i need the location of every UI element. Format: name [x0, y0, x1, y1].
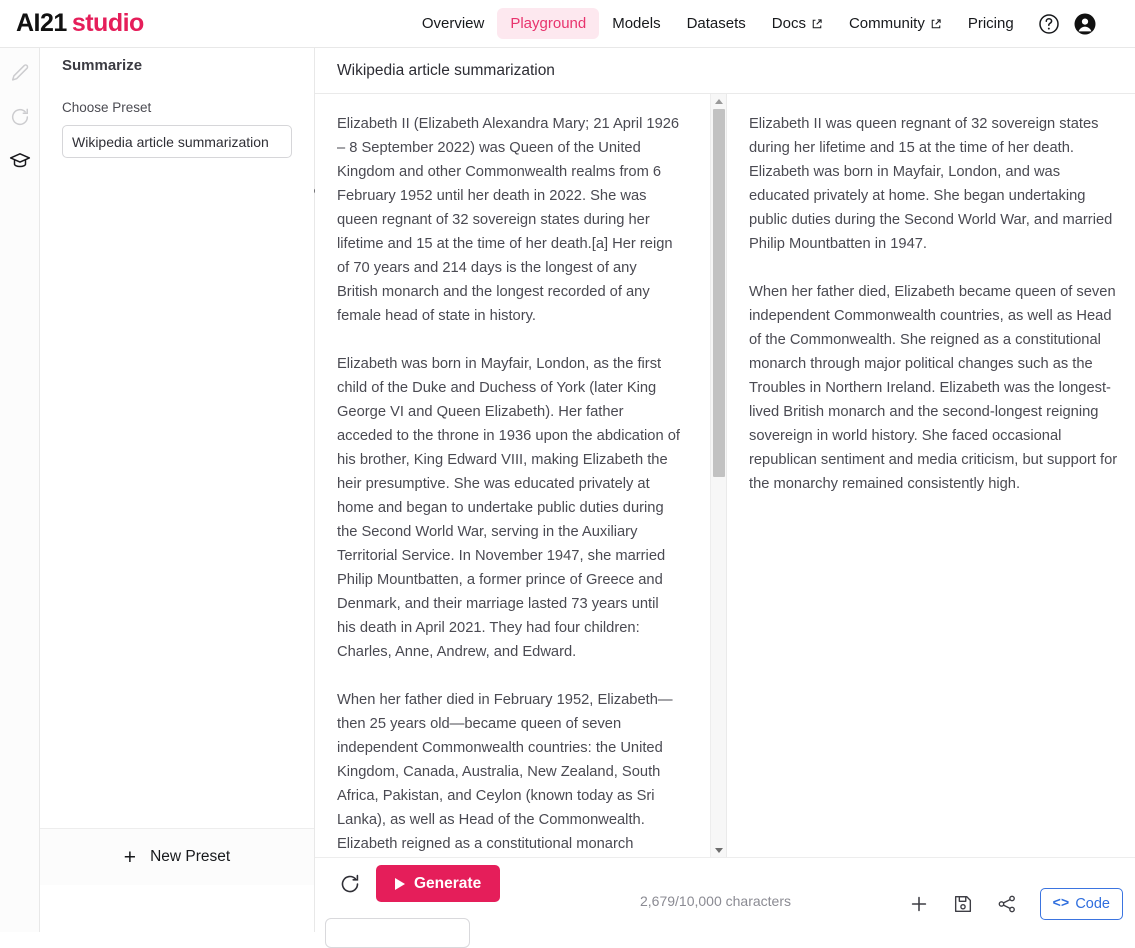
new-preset-label: New Preset — [150, 848, 231, 865]
nav-datasets-label: Datasets — [686, 15, 746, 32]
output-paragraph: Elizabeth II was queen regnant of 32 sov… — [749, 116, 1113, 252]
external-link-icon — [930, 18, 942, 30]
input-paragraph: When her father died in February 1952, E… — [337, 692, 673, 852]
plus-icon: + — [123, 845, 137, 869]
choose-preset-label: Choose Preset — [62, 100, 152, 115]
hidden-input-field[interactable] — [325, 918, 470, 948]
brand-logo-studio: studio — [71, 9, 145, 37]
editor-panes: Elizabeth II (Elizabeth Alexandra Mary; … — [315, 94, 1135, 857]
save-disk-icon[interactable] — [952, 893, 974, 915]
nav-pricing-label: Pricing — [967, 15, 1014, 32]
share-icon[interactable] — [996, 893, 1018, 915]
main-header: Wikipedia article summarization — [315, 48, 1135, 94]
bottom-action-icons: <> Code — [908, 888, 1123, 920]
nav-community[interactable]: Community — [836, 8, 955, 39]
preset-select[interactable]: Wikipedia article summarization — [62, 125, 292, 158]
nav-overview-label: Overview — [421, 15, 485, 32]
new-preset-button[interactable]: + New Preset — [40, 828, 314, 885]
generate-button-label: Generate — [414, 874, 482, 892]
history-icon[interactable] — [9, 106, 31, 128]
preset-panel: Summarize Choose Preset Wikipedia articl… — [40, 48, 323, 932]
plus-icon[interactable] — [908, 893, 930, 915]
code-button[interactable]: <> Code — [1039, 888, 1123, 920]
code-button-label: Code — [1075, 896, 1110, 912]
help-circle-icon[interactable] — [1037, 12, 1061, 36]
code-chevrons-icon: <> — [1052, 896, 1070, 912]
preset-panel-title: Summarize — [62, 57, 143, 74]
nav-docs-label: Docs — [771, 15, 806, 32]
brand-logo[interactable]: AI21 studio — [16, 9, 144, 38]
scrollbar-thumb[interactable] — [713, 109, 725, 477]
pencil-icon[interactable] — [9, 62, 31, 84]
output-text: Elizabeth II was queen regnant of 32 sov… — [727, 94, 1134, 496]
character-count: 2,679/10,000 characters — [640, 893, 791, 909]
nav-community-label: Community — [848, 15, 925, 32]
external-link-icon — [811, 18, 823, 30]
scroll-down-arrow-icon[interactable] — [711, 843, 726, 857]
nav-playground-label: Playground — [510, 15, 587, 32]
nav-datasets[interactable]: Datasets — [674, 8, 759, 39]
input-paragraph: Elizabeth II (Elizabeth Alexandra Mary; … — [337, 116, 680, 324]
input-scrollbar[interactable] — [710, 94, 726, 857]
top-navigation-bar: AI21 studio Overview Playground Models Da… — [0, 0, 1135, 48]
play-triangle-icon — [395, 877, 405, 890]
bottom-toolbar: Generate 2,679/10,000 characters <> Code — [315, 857, 1135, 948]
preset-select-value: Wikipedia article summarization — [72, 133, 269, 150]
nav-overview[interactable]: Overview — [409, 8, 498, 39]
nav-pricing[interactable]: Pricing — [955, 8, 1027, 39]
user-avatar-icon[interactable] — [1073, 12, 1097, 36]
page-title: Wikipedia article summarization — [337, 61, 555, 79]
input-text[interactable]: Elizabeth II (Elizabeth Alexandra Mary; … — [315, 94, 698, 856]
nav-links: Overview Playground Models Datasets Docs… — [409, 8, 1027, 39]
output-pane[interactable]: Elizabeth II was queen regnant of 32 sov… — [727, 94, 1134, 857]
nav-models[interactable]: Models — [599, 8, 673, 39]
output-paragraph: When her father died, Elizabeth became q… — [749, 284, 1118, 492]
scroll-up-arrow-icon[interactable] — [711, 94, 726, 108]
nav-models-label: Models — [612, 15, 661, 32]
refresh-icon[interactable] — [338, 872, 362, 896]
generate-button[interactable]: Generate — [376, 865, 501, 902]
nav-docs[interactable]: Docs — [759, 8, 836, 39]
nav-right-actions — [1037, 12, 1097, 36]
main-content-area: Wikipedia article summarization Elizabet… — [315, 48, 1135, 948]
left-icon-rail — [0, 48, 40, 932]
input-paragraph: Elizabeth was born in Mayfair, London, a… — [337, 356, 680, 660]
brand-logo-ai21: AI21 — [16, 9, 67, 37]
nav-playground[interactable]: Playground — [497, 8, 600, 39]
input-pane[interactable]: Elizabeth II (Elizabeth Alexandra Mary; … — [315, 94, 727, 857]
graduation-cap-icon[interactable] — [9, 150, 31, 172]
